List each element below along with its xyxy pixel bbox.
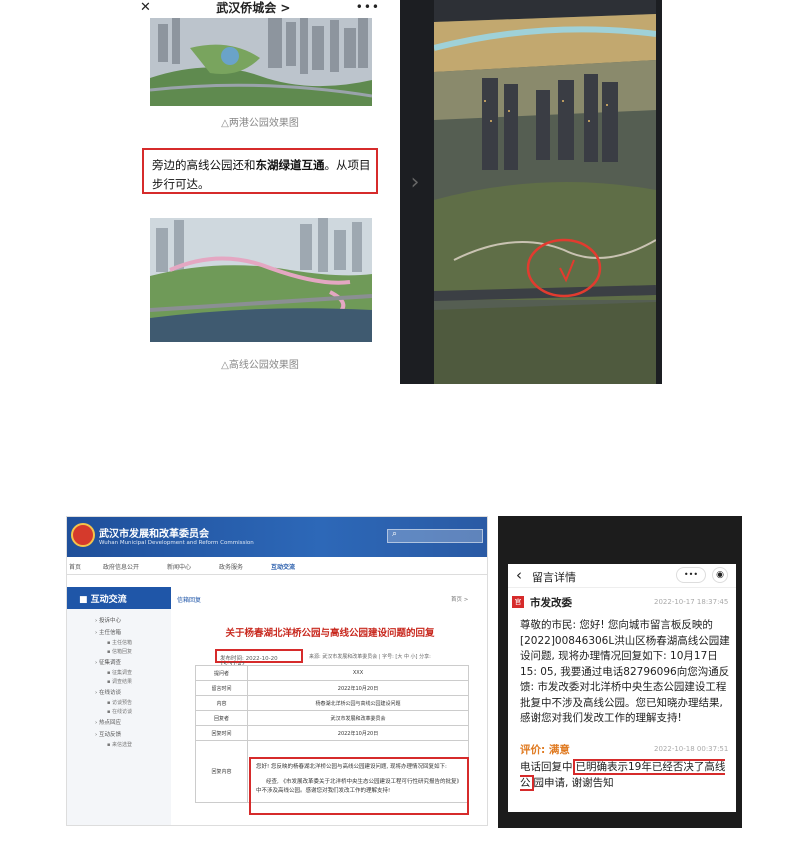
more-icon[interactable]: ••• <box>356 0 380 14</box>
record-icon[interactable]: ◉ <box>712 567 728 583</box>
back-icon[interactable]: ‹ <box>516 566 522 584</box>
search-icon[interactable]: ⌕ <box>392 529 397 539</box>
evaluation-time: 2022-10-18 00:37:51 <box>654 745 729 753</box>
sand-table-photo-panel: › <box>400 0 662 384</box>
nav-home[interactable]: 首页 <box>69 562 81 571</box>
nav-services[interactable]: 政务服务 <box>219 562 243 571</box>
sidebar-subitem[interactable]: ▪ 访谈预告 <box>67 699 171 708</box>
close-icon[interactable]: ✕ <box>140 0 151 15</box>
park-rendering-image-bottom <box>150 218 372 342</box>
highlight-text-bold: 东湖绿道互通 <box>255 158 325 172</box>
chevron-left-icon[interactable]: › <box>400 170 430 200</box>
sand-table-photo <box>433 0 657 384</box>
evaluation-text: 电话回复中 已明确表示19年已经否决了高线公 园申请, 谢谢告知 <box>520 759 730 791</box>
site-search-input[interactable]: ⌕ <box>387 529 483 543</box>
article-meta: 来源: 武汉市发展和改革委员会 | 字号: [大 中 小] 分享: <box>309 654 431 660</box>
sidebar-item[interactable]: › 热点回应 <box>67 717 171 729</box>
article-screenshot-panel: ✕ 武汉侨城会 > ••• △两港公园效果图 旁边的高线公园还和东湖绿道互通。从… <box>128 0 392 384</box>
sidebar-title: ■ 互动交流 <box>67 587 171 609</box>
more-icon[interactable]: ••• <box>676 567 706 583</box>
sidebar-subitem[interactable]: ▪ 征集调查 <box>67 669 171 678</box>
org-name-cn: 武汉市发展和改革委员会 <box>99 529 209 540</box>
nav-news[interactable]: 新闻中心 <box>167 562 191 571</box>
page-title[interactable]: 武汉侨城会 > <box>216 0 290 16</box>
highlighted-paragraph: 旁边的高线公园还和东湖绿道互通。从项目步行可达。 <box>142 148 378 194</box>
nav-info-public[interactable]: 政府信息公开 <box>103 562 139 571</box>
detail-header: ‹ 留言详情 ••• ◉ <box>508 564 736 588</box>
table-row: 回复时间 2022年10月20日 <box>195 725 469 741</box>
evaluation-text-after: 园申请, 谢谢告知 <box>533 776 614 789</box>
org-name-en: Wuhan Municipal Development and Reform C… <box>99 540 254 546</box>
sidebar-subitem[interactable]: ▪ 信箱回复 <box>67 648 171 657</box>
reply-paragraph-1: 您好! 您反映的杨春湖北洋桥公园与高线公园建设问题, 现将办理情况回复如下: <box>256 764 447 770</box>
reply-paragraph-2: 经查, 《市发展改革委关于北洋桥中央生态公园建设工程可行性研究报告的批复》中不涉… <box>256 779 462 794</box>
sidebar-subitem[interactable]: ▪ 主任信箱 <box>67 639 171 648</box>
reply-content-highlight: 您好! 您反映的杨春湖北洋桥公园与高线公园建设问题, 现将办理情况回复如下: 经… <box>249 757 469 815</box>
breadcrumb[interactable]: 信箱回复 <box>177 595 201 604</box>
image-caption-top: △两港公园效果图 <box>221 118 299 129</box>
sidebar-item[interactable]: › 主任信箱 <box>67 627 171 639</box>
emblem-icon <box>71 523 95 547</box>
detail-title: 留言详情 <box>532 571 576 584</box>
article-title: 关于杨春湖北洋桥公园与高线公园建设问题的回复 <box>225 628 435 639</box>
park-rendering-image-top <box>150 18 372 106</box>
sidebar-item[interactable]: › 征集调查 <box>67 657 171 669</box>
site-banner: 武汉市发展和改革委员会 Wuhan Municipal Development … <box>67 517 487 557</box>
table-row: 提问者 XXX <box>195 665 469 681</box>
nav-interaction[interactable]: 互动交流 <box>271 562 295 571</box>
site-nav: 首页 政府信息公开 新闻中心 政务服务 互动交流 <box>67 557 487 575</box>
table-row: 留言时间 2022年10月20日 <box>195 680 469 696</box>
mini-program-header: ✕ 武汉侨城会 > ••• <box>128 0 392 16</box>
message-detail-screen: ‹ 留言详情 ••• ◉ 官 市发改委 2022-10-17 18:37:45 … <box>508 564 736 812</box>
sender-name: 市发改委 <box>530 597 572 609</box>
reply-body: 尊敬的市民: 您好! 您向城市留言板反映的[2022]00846306L洪山区杨… <box>520 619 730 724</box>
sidebar-subitem[interactable]: ▪ 调查结果 <box>67 678 171 687</box>
publish-time-highlight: 发布时间: 2022-10-20 15:37:42 <box>215 649 303 668</box>
sidebar-subitem[interactable]: ▪ 在线访谈 <box>67 708 171 717</box>
sender-time: 2022-10-17 18:37:45 <box>654 598 729 606</box>
sidebar-item[interactable]: › 互动反馈 <box>67 729 171 741</box>
table-row: 内容 杨春湖北洋桥公园与高线公园建设问题 <box>195 695 469 711</box>
evaluation-text-before: 电话回复中 <box>520 761 573 773</box>
sidebar-item[interactable]: › 投诉中心 <box>67 615 171 627</box>
sidebar-item[interactable]: › 在线访谈 <box>67 687 171 699</box>
message-detail-phone: ‹ 留言详情 ••• ◉ 官 市发改委 2022-10-17 18:37:45 … <box>498 516 742 828</box>
highlight-text-1: 旁边的高线公园还和 <box>152 158 256 172</box>
breadcrumb-home[interactable]: 首页 > <box>451 595 468 603</box>
sidebar-subitem[interactable]: ▪ 来信选登 <box>67 741 171 750</box>
table-row: 回复者 武汉市发展和改革委员会 <box>195 710 469 726</box>
sidebar: ■ 互动交流 › 投诉中心 › 主任信箱 ▪ 主任信箱 ▪ 信箱回复 › 征集调… <box>67 587 171 825</box>
government-website-screenshot: 武汉市发展和改革委员会 Wuhan Municipal Development … <box>66 516 488 826</box>
evaluation-label: 评价: 满意 <box>520 744 570 756</box>
official-badge-icon: 官 <box>512 596 524 608</box>
image-caption-bottom: △高线公园效果图 <box>221 360 299 371</box>
